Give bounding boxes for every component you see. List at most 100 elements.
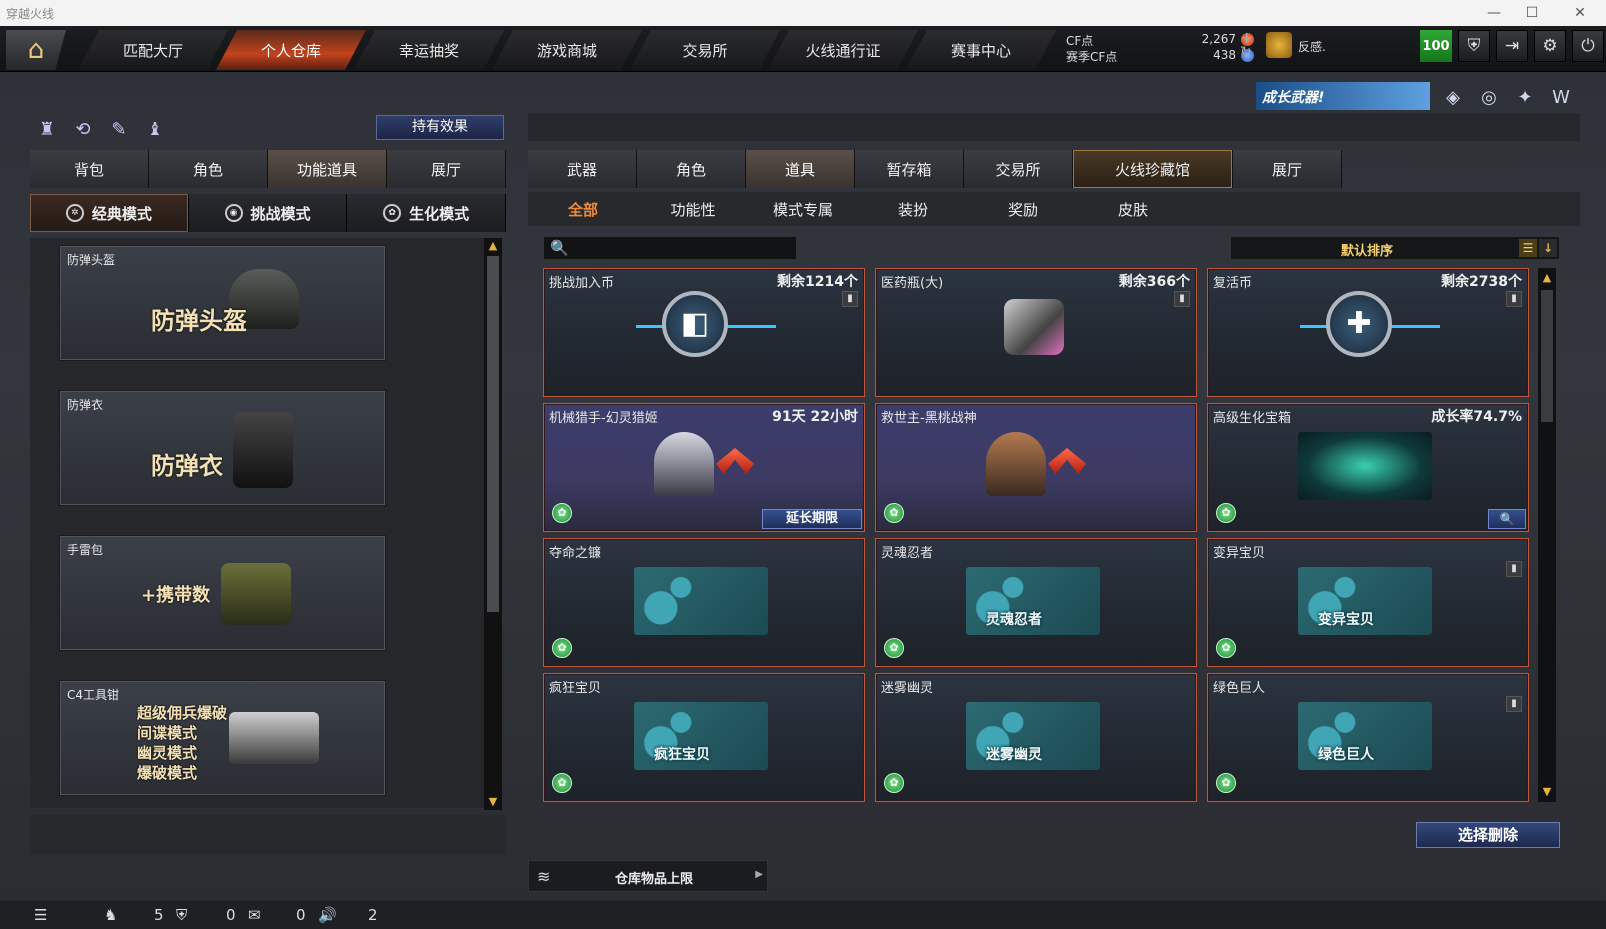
mode-tab[interactable]: ✲ 经典模式 <box>30 194 189 232</box>
scroll-thumb[interactable] <box>1541 290 1553 422</box>
item-card[interactable]: 医药瓶(大) 剩余366个 ▮ <box>875 268 1197 397</box>
maximize-icon[interactable]: ☐ <box>1522 3 1542 23</box>
right-tab[interactable]: 火线珍藏馆 <box>1073 150 1233 188</box>
storage-limit-bar[interactable]: ≋ 仓库物品上限 ▶ <box>528 860 768 892</box>
nav-tab[interactable]: 交易所 <box>630 30 780 70</box>
item-card[interactable]: 夺命之镰 ✿ <box>543 538 865 667</box>
item-card[interactable]: 挑战加入币 剩余1214个 ▮ ◧ <box>543 268 865 397</box>
zombie-label: 迷雾幽灵 <box>986 747 1042 763</box>
item-info: 剩余2738个 <box>1441 274 1522 290</box>
trash-icon[interactable]: ▮ <box>1506 561 1522 577</box>
preview-button[interactable]: 🔍 <box>1488 509 1526 529</box>
list-view-icon[interactable]: ☰ <box>1519 239 1537 257</box>
scroll-down-icon[interactable]: ▼ <box>484 794 502 810</box>
left-tab[interactable]: 角色 <box>149 150 268 188</box>
mode-tab[interactable]: ◉ 挑战模式 <box>188 194 348 232</box>
nav-tab[interactable]: 赛事中心 <box>906 30 1056 70</box>
trash-icon[interactable]: ▮ <box>1506 696 1522 712</box>
w-logo-icon[interactable]: W <box>1548 85 1574 111</box>
item-card[interactable]: 机械猎手-幻灵猎姬 91天 22小时 ✿ 延长期限 <box>543 403 865 532</box>
right-tab[interactable]: 角色 <box>637 150 746 188</box>
bio-mode-icon: ✿ <box>1216 638 1236 658</box>
rank-badge-icon[interactable] <box>1266 32 1292 58</box>
right-tab[interactable]: 展厅 <box>1233 150 1342 188</box>
speaker-icon[interactable]: 🔊 <box>318 906 337 924</box>
item-card[interactable]: 复活币 剩余2738个 ▮ ✚ <box>1207 268 1529 397</box>
right-tab[interactable]: 暂存箱 <box>855 150 964 188</box>
growth-weapon-banner[interactable]: 成长武器! <box>1256 82 1430 110</box>
item-card[interactable]: 变异宝贝 ▮ 变异宝贝 ✿ <box>1207 538 1529 667</box>
item-card[interactable]: 迷雾幽灵 迷雾幽灵 ✿ <box>875 673 1197 802</box>
level-badge[interactable]: 100 <box>1420 30 1452 62</box>
sub-tab[interactable]: 装扮 <box>858 192 968 226</box>
left-tab[interactable]: 功能道具 <box>268 150 387 188</box>
trash-icon[interactable]: ▮ <box>1506 291 1522 307</box>
nav-tab[interactable]: 火线通行证 <box>768 30 918 70</box>
sub-tab[interactable]: 皮肤 <box>1078 192 1188 226</box>
friends-icon[interactable]: ♞ <box>104 906 117 924</box>
item-name: 疯狂宝贝 <box>549 681 602 696</box>
item-card[interactable]: 疯狂宝贝 疯狂宝贝 ✿ <box>543 673 865 802</box>
clan-shield-icon[interactable]: ⛨ <box>176 906 187 924</box>
left-tab[interactable]: 展厅 <box>387 150 506 188</box>
scroll-thumb[interactable] <box>487 256 499 612</box>
search-input[interactable]: 🔍 <box>543 236 797 260</box>
equipment-card[interactable]: 防弹衣 防弹衣 <box>60 391 385 505</box>
exit-door-icon[interactable]: ⇥ <box>1496 30 1528 62</box>
sub-tab[interactable]: 全部 <box>528 192 638 226</box>
left-scrollbar[interactable]: ▲ ▼ <box>484 238 502 810</box>
shield-icon[interactable]: ⛨ <box>1458 30 1490 62</box>
equipment-card[interactable]: 手雷包 +携带数 <box>60 536 385 650</box>
equipment-card[interactable]: C4工具钳 超级佣兵爆破 间谍模式 幽灵模式 爆破模式 <box>60 681 385 795</box>
mode-tab[interactable]: ✿ 生化模式 <box>347 194 507 232</box>
sort-direction-icon[interactable]: ↓ <box>1539 239 1557 257</box>
edit-icon[interactable]: ✎ <box>106 117 132 143</box>
trash-icon[interactable]: ▮ <box>842 291 858 307</box>
sub-tab[interactable]: 模式专属 <box>748 192 858 226</box>
nav-tab[interactable]: 幸运抽奖 <box>354 30 504 70</box>
right-tab[interactable]: 道具 <box>746 150 855 188</box>
nav-tab[interactable]: 游戏商城 <box>492 30 642 70</box>
item-name: 医药瓶(大) <box>881 276 944 291</box>
minimize-icon[interactable]: — <box>1484 3 1504 23</box>
nav-tab[interactable]: 匹配大厅 <box>78 30 228 70</box>
scroll-up-icon[interactable]: ▲ <box>484 238 502 254</box>
bio-mode-icon: ✿ <box>1216 773 1236 793</box>
select-delete-button[interactable]: 选择删除 <box>1416 822 1560 848</box>
right-tab[interactable]: 交易所 <box>964 150 1073 188</box>
item-card[interactable]: 绿色巨人 ▮ 绿色巨人 ✿ <box>1207 673 1529 802</box>
history-icon[interactable]: ⟲ <box>70 117 96 143</box>
sub-tab[interactable]: 奖励 <box>968 192 1078 226</box>
equipment-title: 防弹头盔 <box>151 307 247 335</box>
right-tab[interactable]: 武器 <box>528 150 637 188</box>
emblem-icon[interactable]: ◈ <box>1440 85 1466 111</box>
refresh-icon[interactable]: ↻ <box>1240 44 1252 60</box>
item-card[interactable]: 救世主-黑桃战神 ✿ <box>875 403 1197 532</box>
gear-icon[interactable]: ⚙ <box>1534 30 1566 62</box>
power-icon[interactable]: ⏻ <box>1572 30 1604 62</box>
nav-tab[interactable]: 个人仓库 <box>216 30 366 70</box>
chat-icon[interactable]: ✉ <box>248 906 261 924</box>
left-tab[interactable]: 背包 <box>30 150 149 188</box>
equipment-image <box>229 712 319 764</box>
equipment-card[interactable]: 防弹头盔 防弹头盔 <box>60 246 385 360</box>
sub-tab[interactable]: 功能性 <box>638 192 748 226</box>
right-scrollbar[interactable]: ▲ ▼ <box>1538 268 1556 802</box>
mode-icon: ✲ <box>65 204 84 222</box>
extend-button[interactable]: 延长期限 <box>762 509 862 529</box>
sort-dropdown[interactable]: 默认排序 ☰ ↓ <box>1230 236 1560 260</box>
scroll-up-icon[interactable]: ▲ <box>1538 270 1556 286</box>
voice-count: 2 <box>368 906 378 924</box>
trash-icon[interactable]: ▮ <box>1174 291 1190 307</box>
target-icon[interactable]: ◎ <box>1476 85 1502 111</box>
ranking-icon[interactable]: ♜ <box>34 117 60 143</box>
held-effects-button[interactable]: 持有效果 <box>376 115 504 140</box>
wing-icon[interactable]: ✦ <box>1512 85 1538 111</box>
menu-list-icon[interactable]: ☰ <box>34 906 47 924</box>
username[interactable]: 反感. <box>1298 38 1326 55</box>
grenade-icon[interactable]: ♝ <box>142 117 168 143</box>
close-icon[interactable]: ✕ <box>1570 3 1590 23</box>
item-card[interactable]: 高级生化宝箱 成长率74.7% ✿ 🔍 <box>1207 403 1529 532</box>
scroll-down-icon[interactable]: ▼ <box>1538 784 1556 800</box>
item-card[interactable]: 灵魂忍者 灵魂忍者 ✿ <box>875 538 1197 667</box>
